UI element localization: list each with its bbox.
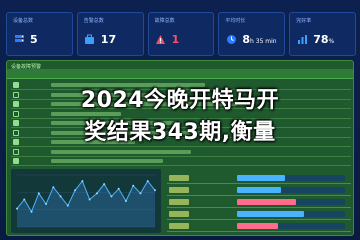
stat-unit: h 35 min — [250, 38, 277, 45]
trend-chart — [11, 169, 161, 233]
headline-line-2: 奖结果343期,衡量 — [84, 120, 276, 145]
stat-card-devices[interactable]: 设备总数 5 — [6, 12, 73, 56]
dashboard: 设备总数 5 告警总数 17 故障总数 1 平均时长 8h 35 min 完好率… — [0, 0, 360, 240]
trend-point — [124, 200, 127, 202]
stat-value: 17 — [100, 33, 117, 46]
list-tag — [169, 187, 189, 193]
server-icon — [13, 34, 25, 46]
progress-track — [237, 211, 345, 217]
trend-point — [132, 184, 135, 187]
stat-label: 告警总数 — [83, 18, 104, 24]
trend-point — [81, 180, 84, 183]
briefcase-icon — [84, 34, 96, 46]
percent-icon — [296, 34, 308, 46]
headline-line-1: 2024今晚开特马开 — [80, 88, 280, 113]
list-item[interactable] — [167, 197, 351, 208]
stat-card-duration[interactable]: 平均时长 8h 35 min — [218, 12, 286, 56]
list-tag — [169, 223, 189, 229]
stat-label: 设备总数 — [13, 18, 34, 24]
trend-point — [88, 198, 91, 201]
headline-overlay: 2024今晚开特马开 奖结果343期,衡量 — [0, 78, 360, 156]
trend-area — [17, 181, 155, 227]
list-item[interactable] — [167, 209, 351, 220]
stat-value: 78% — [313, 33, 334, 46]
trend-chart-svg — [16, 174, 156, 228]
progress-track — [237, 199, 345, 205]
stat-label: 平均时长 — [225, 18, 246, 24]
stat-cards: 设备总数 5 告警总数 17 故障总数 1 平均时长 8h 35 min 完好率… — [6, 12, 356, 56]
trend-point — [52, 186, 55, 189]
trend-point — [117, 187, 120, 190]
warning-icon — [155, 34, 167, 46]
list-item[interactable] — [167, 185, 351, 196]
stat-card-faults[interactable]: 故障总数 1 — [147, 12, 215, 56]
table-row[interactable] — [11, 157, 351, 166]
trend-point — [16, 207, 18, 210]
stat-label: 故障总数 — [154, 18, 175, 24]
status-list — [167, 169, 351, 233]
clock-icon — [225, 34, 237, 46]
list-item[interactable] — [167, 221, 351, 232]
progress-bar — [237, 223, 279, 229]
list-item[interactable] — [167, 173, 351, 184]
progress-track — [237, 223, 345, 229]
trend-point — [23, 198, 26, 201]
stat-value: 1 — [171, 33, 180, 46]
stat-card-rate[interactable]: 完好率 78% — [289, 12, 356, 56]
trend-point — [103, 183, 106, 186]
progress-track — [237, 187, 345, 193]
stat-value-number: 8 — [242, 33, 251, 46]
trend-point — [30, 210, 33, 213]
trend-point — [45, 203, 48, 206]
trend-point — [95, 192, 98, 195]
stat-value: 8h 35 min — [242, 33, 276, 46]
stat-value-number: 78 — [313, 33, 329, 46]
trend-point — [66, 204, 69, 207]
stat-label: 完好率 — [296, 18, 312, 24]
stat-card-alerts[interactable]: 告警总数 17 — [76, 12, 144, 56]
trend-point — [146, 180, 149, 183]
row-value-bar — [51, 159, 163, 163]
stat-unit: % — [328, 38, 335, 45]
trend-point — [37, 192, 40, 195]
progress-bar — [237, 199, 297, 205]
list-tag — [169, 211, 189, 217]
progress-track — [237, 175, 345, 181]
trend-point — [59, 195, 62, 198]
row-checkbox[interactable] — [13, 158, 19, 164]
stat-value: 5 — [30, 33, 38, 46]
list-tag — [169, 175, 189, 181]
trend-point — [110, 195, 113, 198]
trend-point — [154, 189, 156, 192]
trend-point — [139, 192, 142, 195]
list-tag — [169, 199, 189, 205]
progress-bar — [237, 175, 285, 181]
trend-point — [74, 189, 77, 192]
progress-bar — [237, 187, 282, 193]
progress-bar — [237, 211, 304, 217]
